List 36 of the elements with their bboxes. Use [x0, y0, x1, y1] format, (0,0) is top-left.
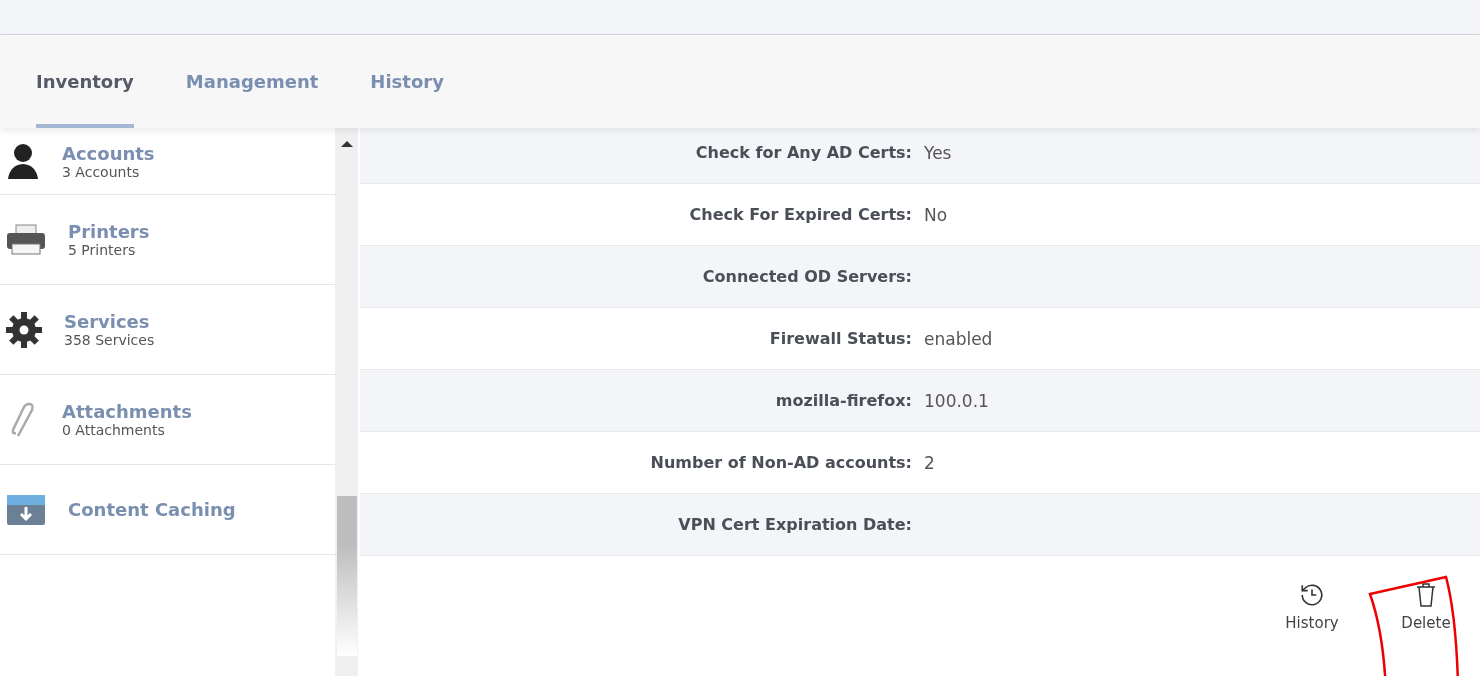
sidebar-item[interactable]: Accounts 3 Accounts [0, 128, 335, 195]
item-title: Accounts [62, 142, 155, 164]
attribute-value: Yes [924, 142, 952, 163]
sidebar-item[interactable]: Printers 5 Printers [0, 195, 335, 285]
item-title: Printers [68, 221, 150, 242]
printer-icon [6, 223, 46, 256]
person-silhouette-icon [6, 143, 40, 179]
attribute-label: Connected OD Servers: [701, 267, 912, 286]
attribute-label: Check for Any AD Certs: [694, 143, 912, 162]
history-icon [1299, 582, 1325, 608]
item-count: 3 Accounts [62, 163, 141, 180]
scrollbar[interactable] [335, 128, 358, 676]
tab[interactable]: Inventory [36, 35, 134, 128]
download-box-icon [6, 493, 46, 526]
attribute-value: 2 [924, 452, 935, 473]
trash-icon [1415, 582, 1437, 608]
item-title: Content Caching [68, 499, 236, 520]
attribute-label: Number of Non-AD accounts: [649, 453, 912, 472]
item-count: 0 Attachments [62, 422, 166, 438]
gear-icon [6, 311, 42, 348]
scroll-up-icon[interactable] [340, 140, 353, 148]
attribute-value: No [924, 204, 948, 225]
history-button[interactable]: History [1270, 578, 1354, 636]
attribute-label: Check For Expired Certs: [688, 205, 912, 224]
item-count: 5 Printers [68, 242, 137, 258]
item-count: 358 Services [64, 332, 155, 348]
scroll-thumb[interactable] [336, 496, 357, 656]
attribute-label: Firewall Status: [768, 329, 912, 348]
attribute-label: VPN Cert Expiration Date: [677, 515, 912, 534]
sidebar-item[interactable]: Services 358 Services [0, 285, 335, 375]
delete-button[interactable]: Delete [1384, 578, 1468, 636]
item-title: Services [64, 311, 151, 332]
attribute-label: mozilla-firefox: [774, 391, 912, 410]
attribute-value: 100.0.1 [924, 390, 989, 411]
attribute-value: enabled [924, 328, 993, 349]
item-title: Attachments [62, 401, 192, 422]
